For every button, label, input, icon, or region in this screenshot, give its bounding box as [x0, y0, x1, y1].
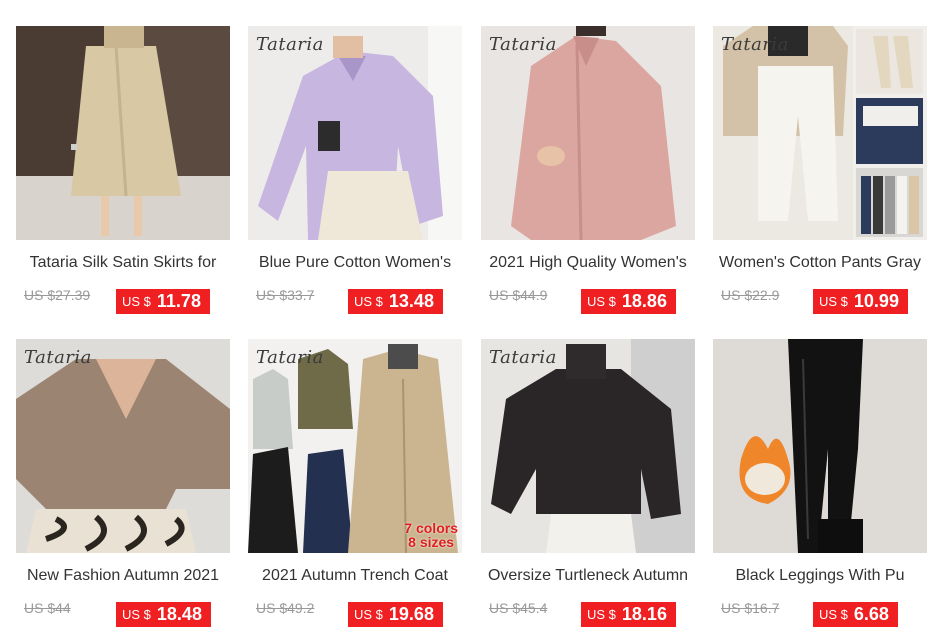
brand-watermark: Tataria: [24, 347, 92, 368]
product-title[interactable]: Blue Pure Cotton Women's: [248, 254, 462, 272]
product-image[interactable]: Tataria 7 colors 8 sizes: [248, 339, 462, 553]
sale-price-tag: US $ 11.78: [116, 289, 210, 314]
product-card[interactable]: Tataria Blue Pure Cotton Women's US $33.…: [248, 26, 462, 326]
sale-price-tag: US $ 10.99: [813, 289, 908, 314]
original-price: US $49.2: [256, 600, 315, 616]
brand-watermark: Tataria: [489, 34, 557, 55]
original-price: US $33.7: [256, 287, 315, 303]
brand-watermark: Tataria: [256, 34, 324, 55]
product-image[interactable]: Tataria: [481, 26, 695, 240]
product-card[interactable]: Tataria Silk Satin Skirts for US $27.39 …: [16, 26, 230, 326]
sale-price-tag: US $ 18.16: [581, 602, 676, 627]
product-card[interactable]: Tataria New Fashion Autumn 2021 US $44 U…: [16, 339, 230, 636]
product-title[interactable]: New Fashion Autumn 2021: [16, 567, 230, 585]
product-card[interactable]: Black Leggings With Pu US $16.7 US $ 6.6…: [713, 339, 927, 636]
product-image[interactable]: Tataria: [481, 339, 695, 553]
sale-price-tag: US $ 18.86: [581, 289, 676, 314]
currency-label: US $: [819, 607, 848, 622]
product-title[interactable]: Black Leggings With Pu: [713, 567, 927, 585]
product-image[interactable]: Tataria: [16, 339, 230, 553]
sale-price: 6.68: [853, 604, 889, 624]
sale-price-tag: US $ 13.48: [348, 289, 443, 314]
original-price: US $27.39: [24, 287, 91, 303]
product-image[interactable]: Tataria: [248, 26, 462, 240]
product-card[interactable]: Tataria 7 colors 8 sizes 2021 Autumn Tre…: [248, 339, 462, 636]
brand-watermark: Tataria: [256, 347, 324, 368]
currency-label: US $: [819, 294, 848, 309]
product-card[interactable]: Tataria Oversize Turtleneck Autumn US $4…: [481, 339, 695, 636]
sale-price-tag: US $ 19.68: [348, 602, 443, 627]
product-title[interactable]: Oversize Turtleneck Autumn: [481, 567, 695, 585]
product-title[interactable]: 2021 High Quality Women's: [481, 254, 695, 272]
sizes-count-label: 8 sizes: [408, 534, 455, 550]
original-price: US $16.7: [721, 600, 780, 616]
currency-label: US $: [587, 294, 616, 309]
colors-count-label: 7 colors: [404, 520, 458, 536]
variant-badge: 7 colors 8 sizes: [404, 521, 458, 549]
sale-price: 13.48: [388, 291, 434, 311]
original-price: US $22.9: [721, 287, 780, 303]
original-price: US $44.9: [489, 287, 548, 303]
sale-price: 18.16: [621, 604, 667, 624]
original-price: US $44: [24, 600, 71, 616]
product-title[interactable]: Women's Cotton Pants Gray: [713, 254, 927, 272]
original-price: US $45.4: [489, 600, 548, 616]
sale-price: 18.48: [156, 604, 202, 624]
product-image[interactable]: Tataria: [713, 26, 927, 240]
product-title[interactable]: Tataria Silk Satin Skirts for: [16, 254, 230, 272]
currency-label: US $: [122, 607, 151, 622]
product-card[interactable]: Tataria Women's Cotton Pants Gray US $22…: [713, 26, 927, 326]
product-image[interactable]: [16, 26, 230, 240]
sale-price: 19.68: [388, 604, 434, 624]
sale-price-tag: US $ 18.48: [116, 602, 211, 627]
brand-watermark: Tataria: [489, 347, 557, 368]
sale-price: 18.86: [621, 291, 667, 311]
currency-label: US $: [122, 294, 151, 309]
sale-price: 11.78: [156, 291, 201, 311]
currency-label: US $: [587, 607, 616, 622]
product-card[interactable]: Tataria 2021 High Quality Women's US $44…: [481, 26, 695, 326]
brand-watermark: Tataria: [721, 34, 789, 55]
sale-price-tag: US $ 6.68: [813, 602, 898, 627]
sale-price: 10.99: [853, 291, 899, 311]
currency-label: US $: [354, 294, 383, 309]
currency-label: US $: [354, 607, 383, 622]
product-title[interactable]: 2021 Autumn Trench Coat: [248, 567, 462, 585]
product-image[interactable]: [713, 339, 927, 553]
